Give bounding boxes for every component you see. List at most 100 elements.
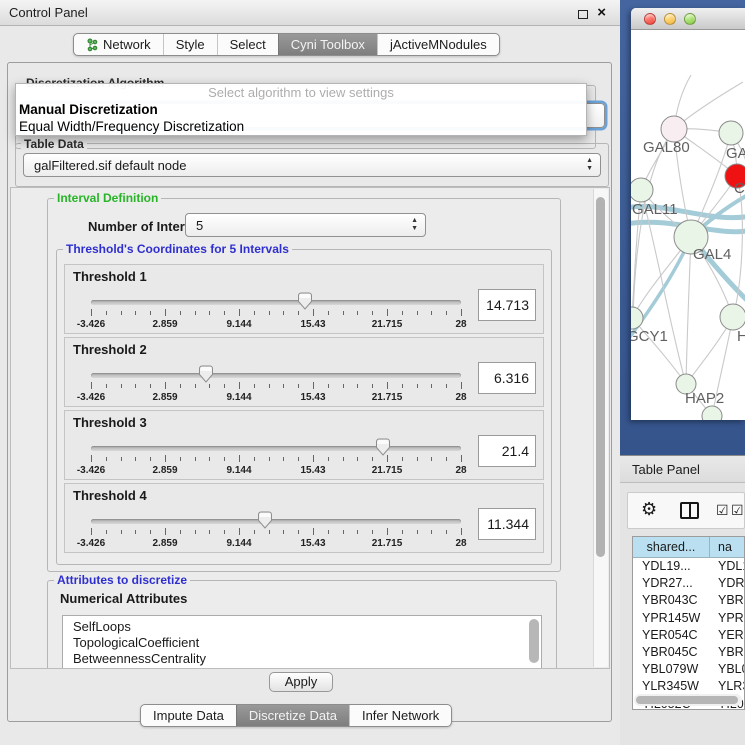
tab-select[interactable]: Select: [217, 34, 278, 55]
table-panel-body: ⚙ ☑ ☑ shared... na YDL19...YDL1YDR27...Y…: [620, 483, 745, 745]
tab-network[interactable]: Network: [74, 34, 163, 55]
slider-thumb[interactable]: [297, 292, 313, 310]
threshold-value-field[interactable]: 14.713: [478, 289, 536, 321]
attributes-list-scrollbar[interactable]: [529, 619, 539, 669]
column-header-shared[interactable]: shared...: [633, 537, 710, 557]
network-node-h[interactable]: [720, 304, 745, 330]
slider-track[interactable]: [91, 300, 461, 305]
minimize-traffic-light-icon[interactable]: [664, 13, 676, 25]
num-intervals-spinner[interactable]: 5 ▲▼: [185, 213, 426, 237]
slider-track[interactable]: [91, 373, 461, 378]
table-cell[interactable]: YBR043C: [633, 592, 710, 609]
spinner-stepper-icon: ▲▼: [411, 217, 418, 233]
table-horizontal-scrollbar[interactable]: [634, 694, 742, 706]
attribute-list-item[interactable]: BetweennessCentrality: [63, 651, 541, 667]
dropdown-option[interactable]: Equal Width/Frequency Discretization: [16, 118, 586, 135]
table-cell[interactable]: YPR145W: [633, 610, 710, 627]
table-cell[interactable]: YDL19...: [633, 558, 710, 575]
table-row[interactable]: YBL079WYBL0: [633, 661, 744, 678]
table-cell[interactable]: YLR345W: [633, 678, 710, 695]
threshold-value-field[interactable]: 6.316: [478, 362, 536, 394]
table-cell[interactable]: YER054C: [633, 627, 710, 644]
table-cell[interactable]: YBL0: [710, 661, 744, 678]
table-cell[interactable]: YBR0: [710, 592, 744, 609]
tab-label: Discretize Data: [249, 708, 337, 723]
threshold-row: Threshold 4 -3.4262.8599.14415.4321.71528…: [64, 483, 544, 553]
close-icon[interactable]: ×: [597, 5, 606, 20]
apply-button[interactable]: Apply: [269, 672, 333, 692]
network-view-window[interactable]: GAL80GACGAL11GAL4GCY1HHAP2: [631, 8, 745, 420]
slider-track[interactable]: [91, 446, 461, 451]
threshold-slider[interactable]: -3.4262.8599.14415.4321.71528: [91, 295, 461, 331]
table-cell[interactable]: YLR3: [710, 678, 744, 695]
table-row[interactable]: YDL19...YDL1: [633, 558, 744, 575]
right-region: GAL80GACGAL11GAL4GCY1HHAP2 Table Panel ⚙…: [620, 0, 745, 745]
column-header-name[interactable]: na: [710, 537, 744, 557]
threshold-slider[interactable]: -3.4262.8599.14415.4321.71528: [91, 368, 461, 404]
node-label: HAP2: [685, 390, 724, 407]
attributes-group-title: Attributes to discretize: [54, 573, 190, 587]
slider-thumb[interactable]: [257, 511, 273, 529]
settings-vertical-scrollbar[interactable]: [593, 189, 608, 667]
threshold-slider[interactable]: -3.4262.8599.14415.4321.71528: [91, 441, 461, 477]
table-row[interactable]: YBR043CYBR0: [633, 592, 744, 609]
float-window-icon[interactable]: [578, 10, 588, 19]
checkbox-icon[interactable]: ☑: [731, 502, 744, 519]
network-node-gcy1[interactable]: [631, 307, 643, 329]
tab-label: Select: [230, 37, 266, 52]
table-cell[interactable]: YDR27...: [633, 575, 710, 592]
tab-label: Style: [176, 37, 205, 52]
attribute-list-item[interactable]: TopologicalCoefficient: [63, 635, 541, 651]
dropdown-option[interactable]: Manual Discretization: [16, 101, 586, 118]
node-label: GAL11: [632, 201, 678, 218]
tab-style[interactable]: Style: [163, 34, 217, 55]
close-traffic-light-icon[interactable]: [644, 13, 656, 25]
table-cell[interactable]: YER0: [710, 627, 744, 644]
table-row[interactable]: YPR145WYPR1: [633, 610, 744, 627]
panel-title: Control Panel: [9, 5, 88, 20]
threshold-label: Threshold 2: [73, 342, 147, 357]
network-node-gal11[interactable]: [631, 178, 653, 202]
table-row[interactable]: YDR27...YDR2: [633, 575, 744, 592]
table-row[interactable]: YER054CYER0: [633, 627, 744, 644]
tab-discretize-data[interactable]: Discretize Data: [236, 705, 349, 726]
tab-label: Cyni Toolbox: [291, 37, 365, 52]
attribute-list-item[interactable]: SelfLoops: [63, 619, 541, 635]
tab-infer-network[interactable]: Infer Network: [349, 705, 451, 726]
table-row[interactable]: YLR345WYLR3: [633, 678, 744, 695]
node-attribute-table[interactable]: shared... na YDL19...YDL1YDR27...YDR2YBR…: [632, 536, 745, 710]
table-row[interactable]: YBR045CYBR0: [633, 644, 744, 661]
zoom-traffic-light-icon[interactable]: [684, 13, 696, 25]
gear-icon[interactable]: ⚙: [641, 499, 657, 520]
column-layout-icon[interactable]: [680, 502, 699, 519]
table-data-combobox[interactable]: galFiltered.sif default node ▲▼: [23, 153, 601, 177]
table-cell[interactable]: YDR2: [710, 575, 744, 592]
table-cell[interactable]: YBR0: [710, 644, 744, 661]
threshold-value-field[interactable]: 11.344: [478, 508, 536, 540]
tab-cyni-toolbox[interactable]: Cyni Toolbox: [278, 34, 377, 55]
slider-ticks: [91, 528, 461, 537]
tab-jactivemnodules[interactable]: jActiveMNodules: [377, 34, 499, 55]
network-canvas[interactable]: GAL80GACGAL11GAL4GCY1HHAP2: [631, 30, 745, 420]
numerical-attributes-list[interactable]: SelfLoopsTopologicalCoefficientBetweenne…: [62, 615, 542, 669]
network-node-ga[interactable]: [719, 121, 743, 145]
threshold-value-field[interactable]: 21.4: [478, 435, 536, 467]
threshold-slider[interactable]: -3.4262.8599.14415.4321.71528: [91, 514, 461, 550]
slider-tick-labels: -3.4262.8599.14415.4321.71528: [91, 392, 461, 404]
tab-label: jActiveMNodules: [390, 37, 487, 52]
slider-thumb[interactable]: [375, 438, 391, 456]
threshold-label: Threshold 4: [73, 488, 147, 503]
table-cell[interactable]: YDL1: [710, 558, 744, 575]
table-cell[interactable]: YBR045C: [633, 644, 710, 661]
checkbox-icon[interactable]: ☑: [716, 502, 729, 519]
tab-impute-data[interactable]: Impute Data: [141, 705, 236, 726]
slider-track[interactable]: [91, 519, 461, 524]
table-cell[interactable]: YBL079W: [633, 661, 710, 678]
node-label: GAL4: [693, 246, 731, 263]
control-panel: Control Panel × Network Style Select Cyni T…: [0, 0, 620, 745]
slider-thumb[interactable]: [198, 365, 214, 383]
attributes-group: Attributes to discretize Numerical Attri…: [47, 580, 557, 669]
num-intervals-value: 5: [196, 218, 203, 233]
threshold-row: Threshold 3-3.4262.8599.14415.4321.71528…: [64, 410, 544, 480]
table-cell[interactable]: YPR1: [710, 610, 744, 627]
